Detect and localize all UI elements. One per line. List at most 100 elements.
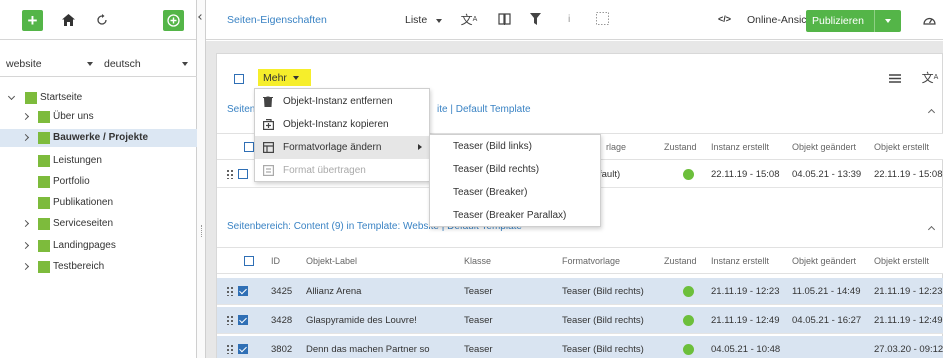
- add-circle-button[interactable]: [163, 10, 184, 31]
- cell-objekt-erstellt: 22.11.19 - 15:08: [874, 169, 943, 180]
- menu-item-copy-instance[interactable]: Objekt-Instanz kopieren: [255, 113, 429, 136]
- submenu-item-label: Teaser (Breaker Parallax): [453, 210, 567, 221]
- splitter-grip-icon[interactable]: [201, 225, 202, 237]
- tree-filter-row: website deutsch: [0, 55, 197, 77]
- publish-dropdown[interactable]: [874, 10, 901, 32]
- collapse-chevron-icon[interactable]: [198, 14, 204, 20]
- menu-item-label: Formatvorlage ändern: [283, 142, 382, 153]
- submenu-item[interactable]: Teaser (Bild links): [430, 136, 600, 158]
- expand-toggle[interactable]: [7, 92, 16, 101]
- book-icon[interactable]: [496, 11, 512, 27]
- col-objekt-geaendert[interactable]: Objekt geändert: [792, 142, 856, 152]
- tree-item-landingpages[interactable]: Landingpages: [0, 237, 197, 255]
- refresh-icon[interactable]: [94, 12, 110, 28]
- collapse-section-icon[interactable]: [927, 108, 936, 117]
- chevron-down-icon: [885, 19, 891, 23]
- tree-item-startseite[interactable]: Startseite: [0, 89, 197, 107]
- row-checkbox[interactable]: [238, 315, 248, 325]
- col-zustand[interactable]: Zustand: [664, 256, 697, 266]
- tree-item-publikationen[interactable]: Publikationen: [0, 194, 197, 212]
- section-title-prefix: Seiten: [227, 104, 256, 115]
- more-dropdown-menu: Objekt-Instanz entfernen Objekt-Instanz …: [254, 88, 430, 182]
- status-dot: [683, 344, 694, 355]
- col-formatvorlage[interactable]: rlage: [606, 142, 626, 152]
- home-icon[interactable]: [60, 12, 76, 28]
- chevron-down-icon[interactable]: [87, 62, 93, 66]
- col-formatvorlage[interactable]: Formatvorlage: [562, 256, 620, 266]
- drag-handle-icon[interactable]: [226, 286, 234, 296]
- menu-item-remove-instance[interactable]: Objekt-Instanz entfernen: [255, 90, 429, 113]
- tree-item-serviceseiten[interactable]: Serviceseiten: [0, 215, 197, 233]
- cell-objekt-label: Denn das machen Partner so: [306, 344, 430, 355]
- table-row[interactable]: 3425 Allianz Arena Teaser Teaser (Bild r…: [217, 278, 943, 305]
- col-objekt-geaendert[interactable]: Objekt geändert: [792, 256, 856, 266]
- cell-objekt-label: Allianz Arena: [306, 286, 362, 297]
- cell-formatvorlage: Teaser (Bild rechts): [562, 286, 644, 297]
- col-klasse[interactable]: Klasse: [464, 256, 491, 266]
- col-objekt-erstellt[interactable]: Objekt erstellt: [874, 142, 929, 152]
- translate-icon[interactable]: 文A: [922, 69, 939, 85]
- selection-frame-icon[interactable]: [595, 11, 610, 26]
- submenu-item[interactable]: Teaser (Breaker Parallax): [430, 205, 600, 227]
- cell-klasse: Teaser: [464, 344, 493, 355]
- drag-handle-icon[interactable]: [226, 169, 234, 179]
- tree-item-ueber-uns[interactable]: Über uns: [0, 108, 197, 126]
- folder-icon: [38, 218, 50, 230]
- editor-toolbar: Seiten-Eigenschaften Liste 文A i </> Onli…: [206, 0, 943, 40]
- cell-objekt-geaendert: 04.05.21 - 16:27: [792, 315, 862, 326]
- publish-button[interactable]: Publizieren: [806, 10, 901, 32]
- view-mode-select[interactable]: Liste: [405, 14, 427, 26]
- publish-button-label[interactable]: Publizieren: [806, 15, 874, 27]
- add-button[interactable]: +: [22, 10, 43, 31]
- submenu-item[interactable]: Teaser (Breaker): [430, 182, 600, 204]
- row-checkbox[interactable]: [238, 169, 248, 179]
- table-row[interactable]: 3802 Denn das machen Partner so Teaser T…: [217, 336, 943, 358]
- tree-item-bauwerke-projekte[interactable]: Bauwerke / Projekte: [0, 129, 197, 147]
- col-instanz-erstellt[interactable]: Instanz erstellt: [711, 256, 769, 266]
- col-objekt-label[interactable]: Objekt-Label: [306, 256, 357, 266]
- tree-item-leistungen[interactable]: Leistungen: [0, 152, 197, 170]
- page-properties-link[interactable]: Seiten-Eigenschaften: [227, 14, 327, 26]
- menu-item-change-template[interactable]: Formatvorlage ändern: [255, 136, 429, 159]
- col-objekt-erstellt[interactable]: Objekt erstellt: [874, 256, 929, 266]
- chevron-down-icon: [292, 75, 299, 80]
- tree-item-portfolio[interactable]: Portfolio: [0, 173, 197, 191]
- cell-formatvorlage: Teaser (Bild rechts): [562, 315, 644, 326]
- chevron-down-icon[interactable]: [182, 62, 188, 66]
- col-id[interactable]: ID: [271, 256, 280, 266]
- info-icon[interactable]: i: [568, 13, 570, 25]
- list-view-icon[interactable]: [888, 72, 902, 84]
- select-all-checkbox[interactable]: [234, 74, 244, 84]
- more-menu-button[interactable]: Mehr: [258, 69, 311, 86]
- expand-toggle[interactable]: [21, 112, 30, 121]
- row-select-all-checkbox[interactable]: [244, 256, 254, 266]
- row-checkbox[interactable]: [238, 344, 248, 354]
- site-select[interactable]: website: [6, 58, 42, 70]
- row-select-all-checkbox[interactable]: [244, 142, 254, 152]
- pane-splitter[interactable]: [197, 0, 206, 358]
- dashboard-gauge-icon[interactable]: [922, 13, 936, 27]
- row-checkbox[interactable]: [238, 286, 248, 296]
- tree-item-testbereich[interactable]: Testbereich: [0, 258, 197, 276]
- filter-icon[interactable]: [528, 12, 542, 26]
- drag-handle-icon[interactable]: [226, 315, 234, 325]
- col-zustand[interactable]: Zustand: [664, 142, 697, 152]
- menu-item-transfer-format[interactable]: Format übertragen: [255, 159, 429, 182]
- expand-toggle[interactable]: [21, 133, 30, 142]
- format-transfer-icon: [263, 165, 275, 177]
- language-select[interactable]: deutsch: [104, 58, 141, 70]
- collapse-section-icon[interactable]: [927, 225, 936, 234]
- expand-toggle[interactable]: [21, 262, 30, 271]
- expand-toggle[interactable]: [21, 219, 30, 228]
- drag-handle-icon[interactable]: [226, 344, 234, 354]
- code-icon[interactable]: </>: [718, 14, 731, 24]
- submenu-item[interactable]: Teaser (Bild rechts): [430, 159, 600, 181]
- tree-item-label: Bauwerke / Projekte: [53, 132, 149, 143]
- copy-icon: [263, 119, 275, 131]
- expand-toggle[interactable]: [21, 241, 30, 250]
- table-row[interactable]: 3428 Glaspyramide des Louvre! Teaser Tea…: [217, 307, 943, 334]
- translate-icon[interactable]: 文A: [461, 11, 478, 27]
- col-instanz-erstellt[interactable]: Instanz erstellt: [711, 142, 769, 152]
- cell-objekt-geaendert: 04.05.21 - 13:39: [792, 169, 862, 180]
- chevron-down-icon[interactable]: [436, 19, 442, 23]
